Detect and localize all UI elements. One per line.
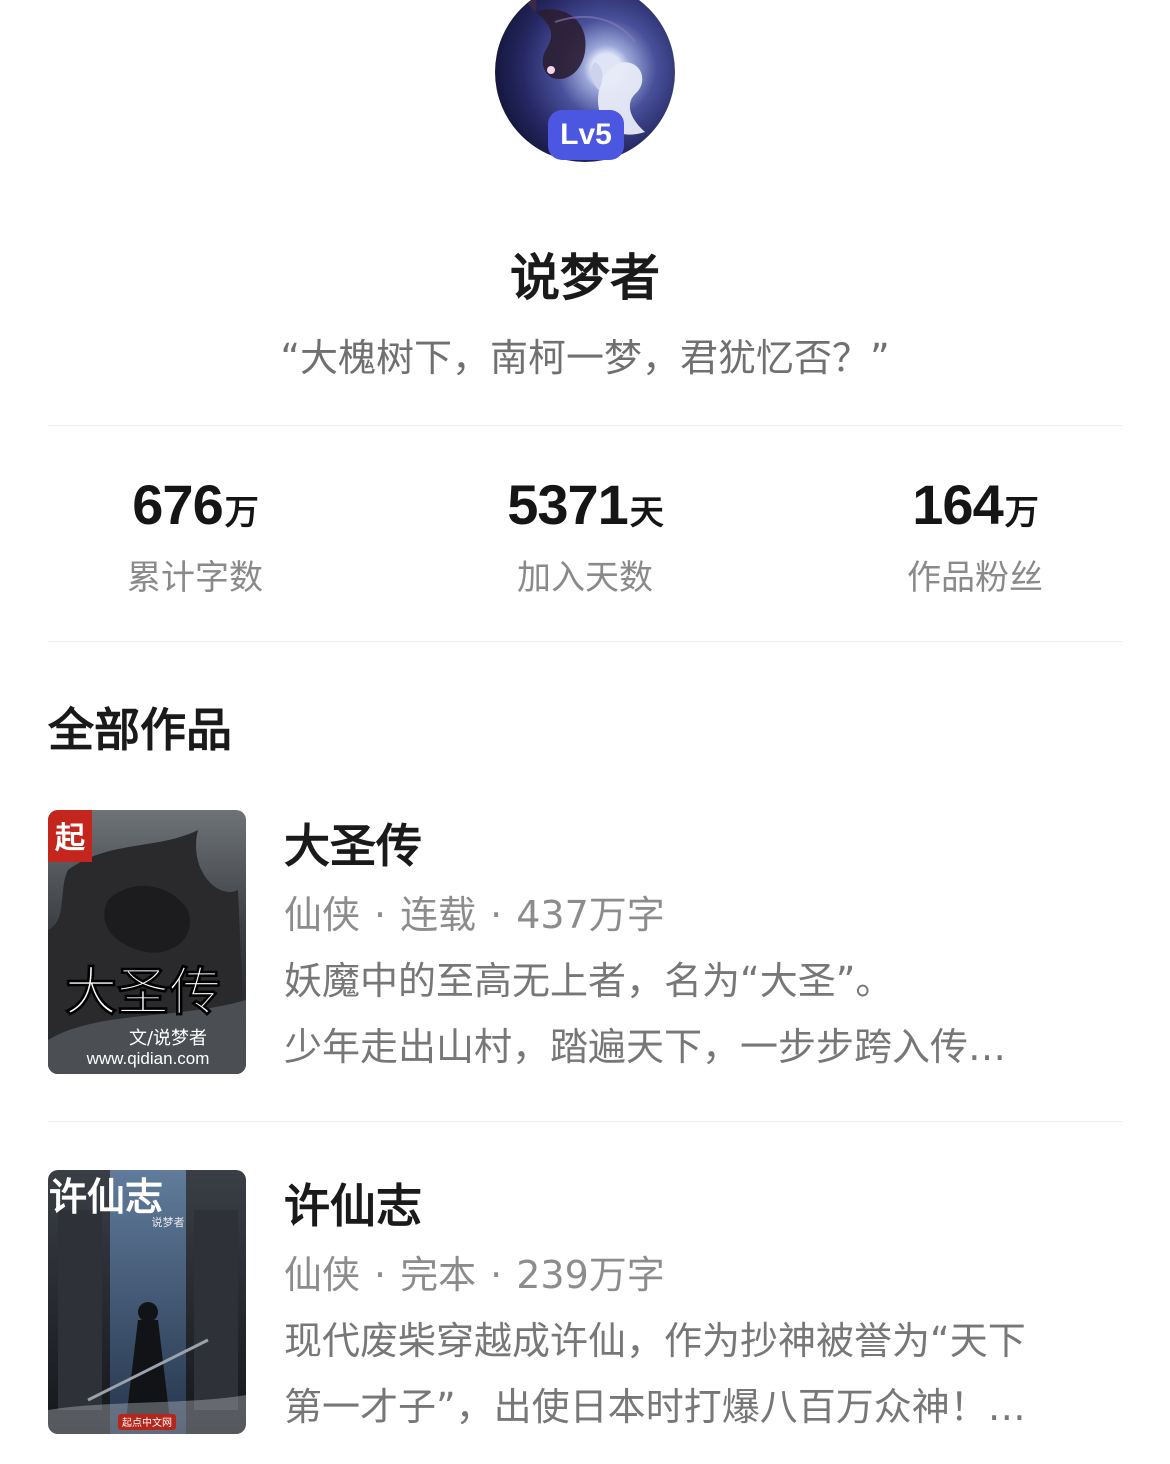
divider — [48, 641, 1122, 642]
book-description-line: 少年走出山村，踏遍天下，一步步跨入传… — [284, 1025, 1007, 1069]
book-genre: 仙侠 — [284, 893, 361, 937]
book-description-line: 第一才子”，出使日本时打爆八百万众神！… — [284, 1385, 1026, 1429]
separator-dot: · — [490, 893, 503, 937]
book-word-count: 239万字 — [516, 1253, 665, 1297]
book-info: 许仙志 仙侠 · 完本 · 239万字 现代废柴穿越成许仙，作为抄神被誉为“天下 第一才… — [284, 1170, 1122, 1440]
separator-dot: · — [374, 1253, 387, 1297]
divider — [48, 425, 1122, 426]
book-cover[interactable]: 起 大圣传 文/说梦者 www.qidian.com — [48, 810, 246, 1074]
stat-value: 5371 — [507, 473, 629, 536]
stat-unit: 天 — [629, 494, 664, 532]
stat-unit: 万 — [224, 494, 259, 532]
stat-label: 累计字数 — [127, 558, 263, 598]
divider — [48, 1121, 1122, 1122]
author-name: 说梦者 — [510, 249, 660, 307]
book-word-count: 437万字 — [516, 893, 665, 937]
stat-value: 676 — [132, 473, 223, 536]
level-badge: Lv5 — [548, 110, 624, 160]
stat-join-days: 5371天 加入天数 — [390, 470, 780, 608]
cover-author: 文/说梦者 — [129, 1028, 207, 1049]
book-item[interactable]: 许仙志 说梦者 起点中文网 许仙志 仙侠 · 完本 · 239万字 现代废柴穿越成许仙，… — [48, 1170, 1122, 1434]
stat-unit: 万 — [1004, 494, 1039, 532]
book-status: 完本 — [400, 1253, 477, 1297]
separator-dot: · — [374, 893, 387, 937]
stat-fans: 164万 作品粉丝 — [780, 470, 1170, 608]
book-item[interactable]: 起 大圣传 文/说梦者 www.qidian.com 大圣传 仙侠 · 连载 · 437… — [48, 810, 1122, 1074]
cover-author: 说梦者 — [152, 1215, 185, 1229]
separator-dot: · — [490, 1253, 503, 1297]
stat-label: 加入天数 — [517, 558, 653, 598]
cover-site: www.qidian.com — [86, 1049, 210, 1068]
cover-site: 起点中文网 — [122, 1416, 172, 1429]
stat-total-words: 676万 累计字数 — [0, 470, 390, 608]
section-title-all-works: 全部作品 — [48, 703, 232, 757]
book-info: 大圣传 仙侠 · 连载 · 437万字 妖魔中的至高无上者，名为“大圣”。 少年走出山村… — [284, 810, 1122, 1080]
book-description-line: 现代废柴穿越成许仙，作为抄神被誉为“天下 — [284, 1319, 1026, 1363]
cover-title-art: 许仙志 — [49, 1174, 163, 1219]
book-cover[interactable]: 许仙志 说梦者 起点中文网 — [48, 1170, 246, 1434]
author-motto: “大槐树下，南柯一梦，君犹忆否？” — [280, 336, 890, 380]
book-title[interactable]: 许仙志 — [284, 1170, 1122, 1242]
book-genre: 仙侠 — [284, 1253, 361, 1297]
cover-title-art: 大圣传 — [65, 962, 221, 1023]
book-meta: 仙侠 · 完本 · 239万字 — [284, 1242, 1122, 1308]
stat-label: 作品粉丝 — [907, 558, 1043, 598]
book-meta: 仙侠 · 连载 · 437万字 — [284, 882, 1122, 948]
book-description-line: 妖魔中的至高无上者，名为“大圣”。 — [284, 959, 894, 1003]
cover-badge: 起 — [55, 821, 86, 856]
book-status: 连载 — [400, 893, 477, 937]
book-title[interactable]: 大圣传 — [284, 810, 1122, 882]
stat-value: 164 — [912, 473, 1003, 536]
